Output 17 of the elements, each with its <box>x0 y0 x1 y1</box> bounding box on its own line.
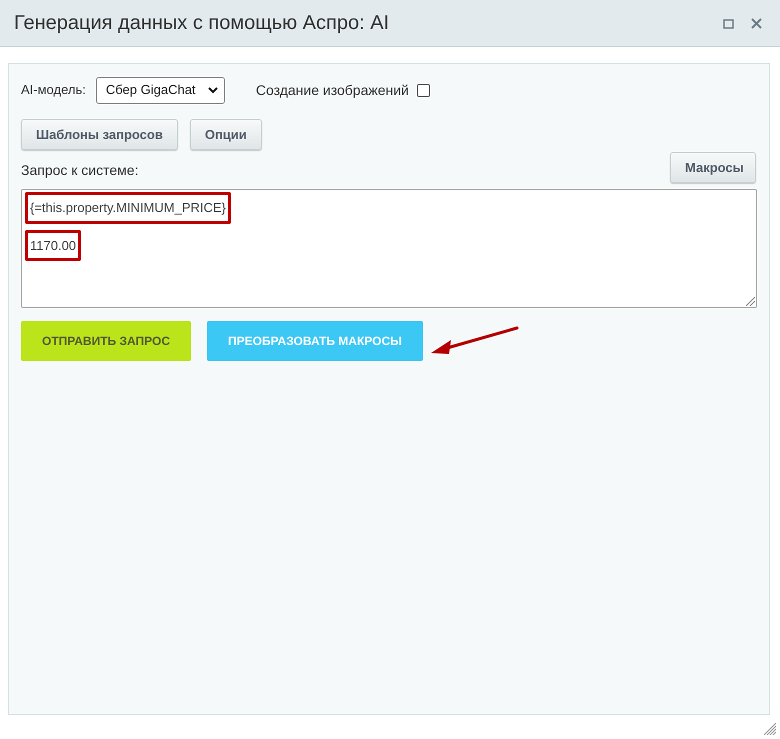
model-select[interactable]: Сбер GigaChat <box>96 76 225 104</box>
arrow-icon <box>428 326 519 356</box>
action-button[interactable]: ОТПРАВИТЬ ЗАПРОС <box>21 321 191 361</box>
toolbar-button[interactable]: Опции <box>190 119 262 150</box>
checkbox[interactable] <box>416 84 430 96</box>
resize-handle-icon[interactable] <box>746 297 755 306</box>
window-title: Генерация данных с помощью Аспро: AI <box>14 11 390 36</box>
model-label: AI-модель: <box>21 81 86 100</box>
maximize-icon[interactable] <box>723 18 734 28</box>
image-option-label: Создание изображений <box>256 80 409 100</box>
request-field[interactable]: {=this.property.MINIMUM_PRICE} 1170.00 <box>21 189 757 308</box>
toolbar-button[interactable]: Шаблоны запросов <box>21 119 178 150</box>
macros-button[interactable]: Макросы <box>670 152 756 183</box>
request-label: Запрос к системе: <box>21 161 138 180</box>
resize-grip-icon[interactable] <box>764 723 776 735</box>
close-icon[interactable] <box>751 18 762 28</box>
chevron-icon <box>208 86 218 94</box>
